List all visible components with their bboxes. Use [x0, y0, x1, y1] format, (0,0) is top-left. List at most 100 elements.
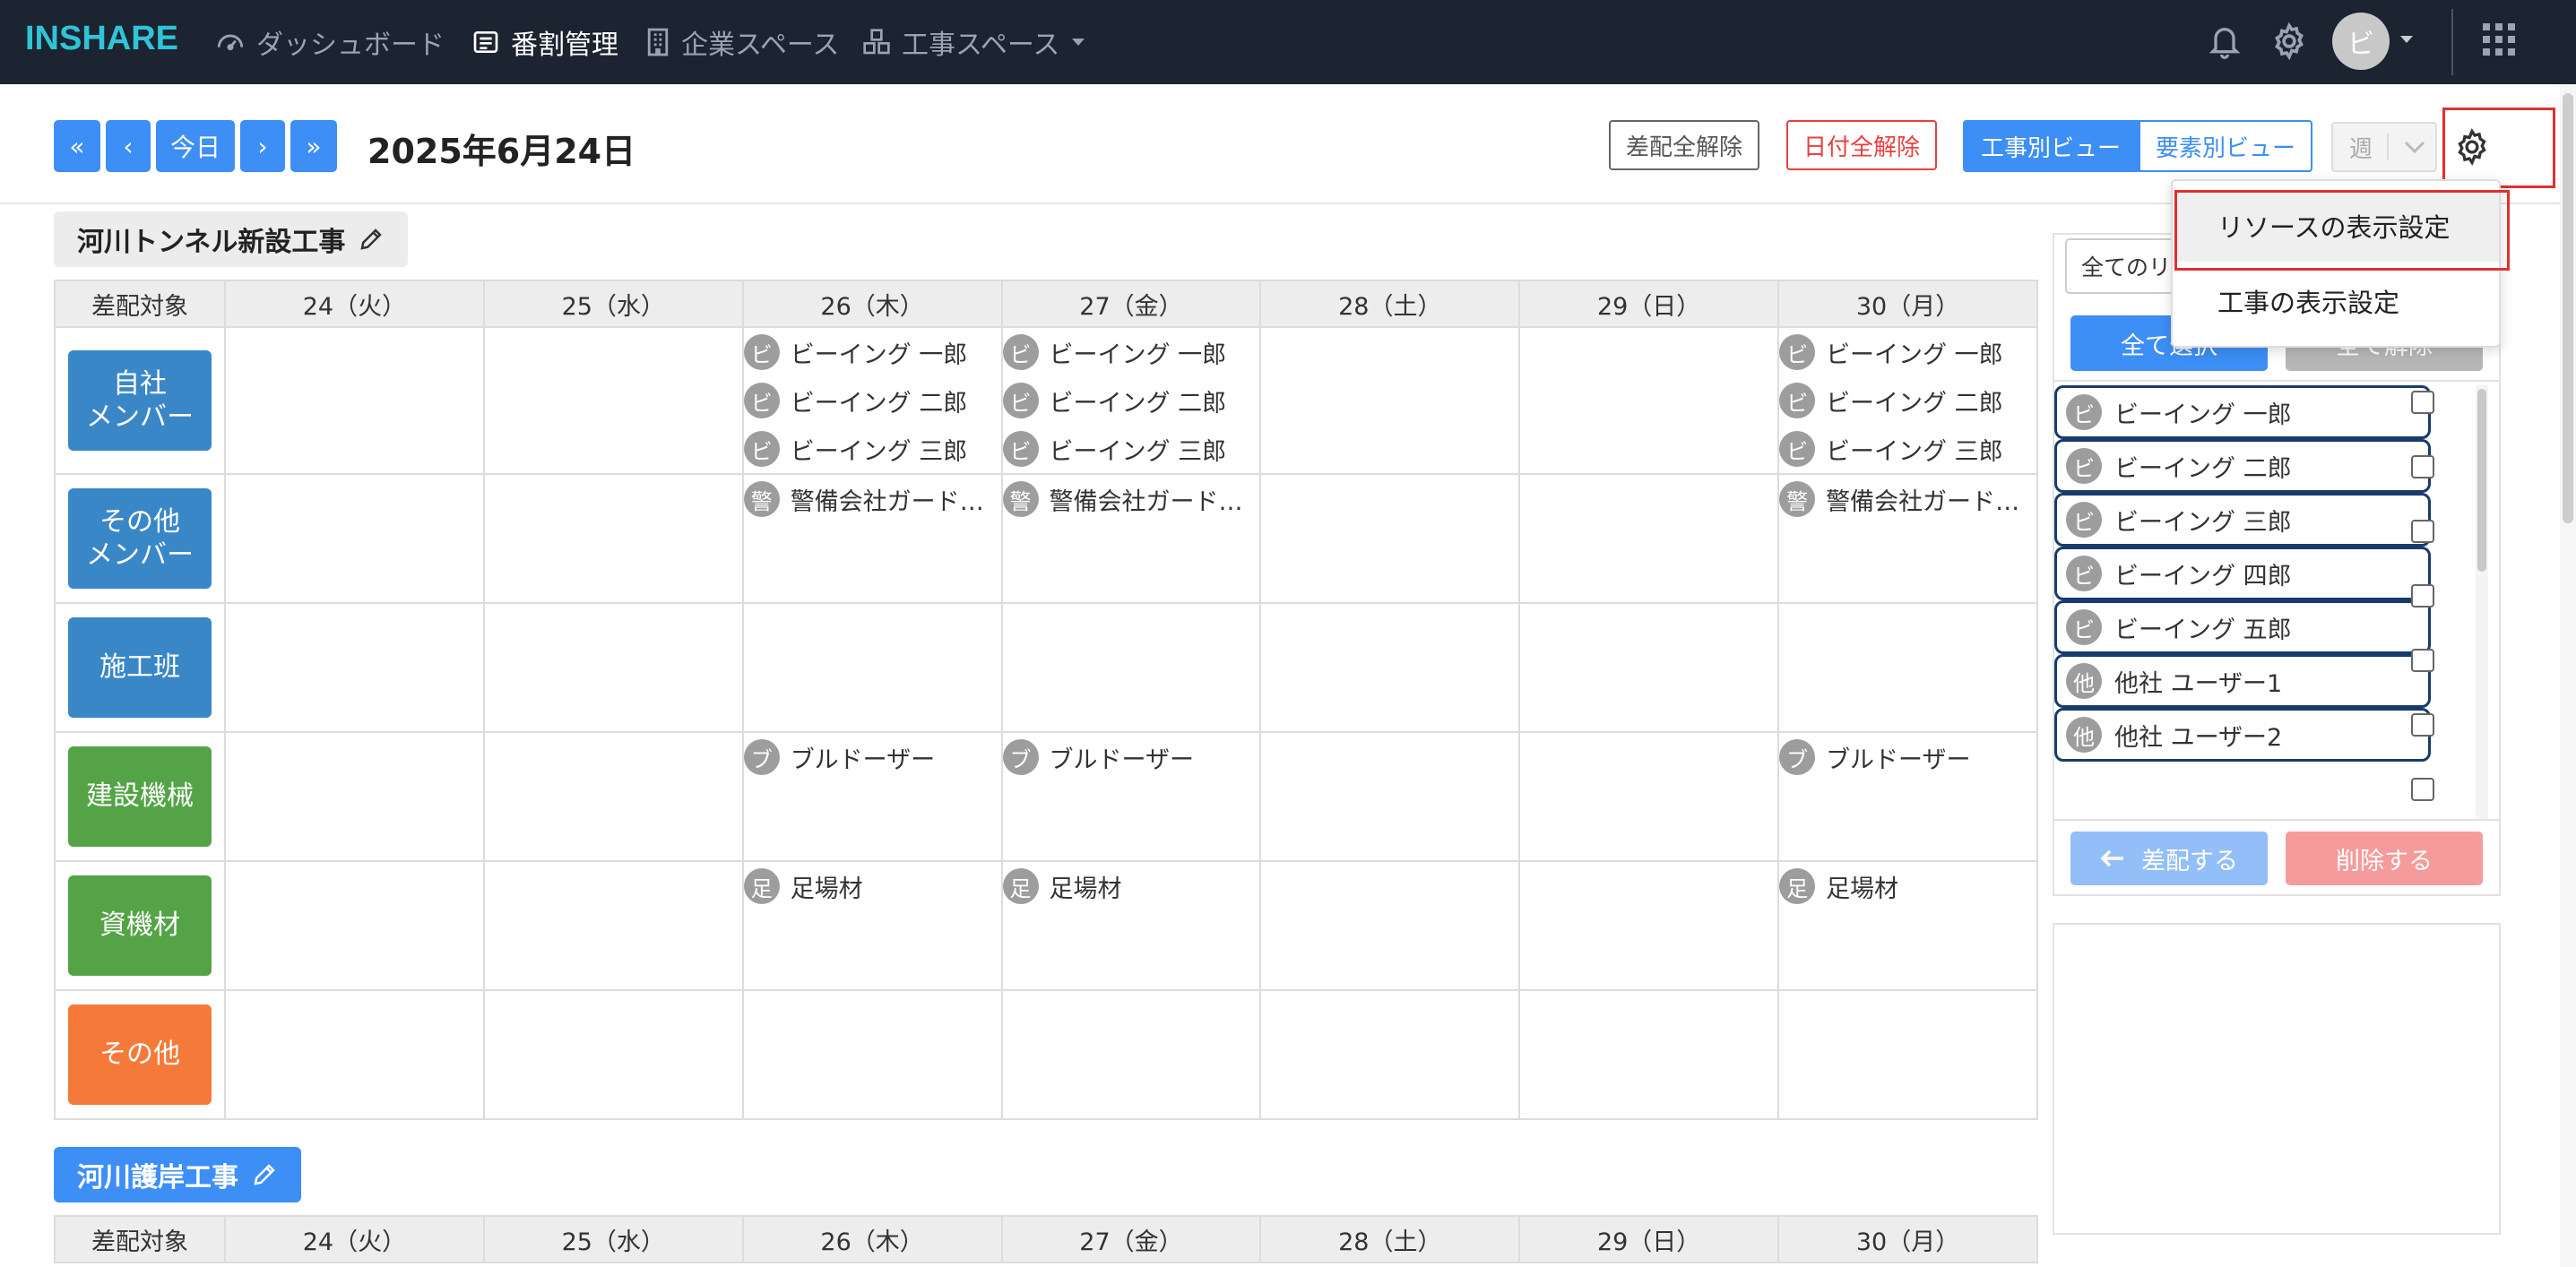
- row-category-button[interactable]: その他: [68, 1004, 212, 1105]
- day-cell[interactable]: [482, 473, 744, 604]
- user-avatar[interactable]: ビ: [2332, 13, 2390, 70]
- first-page-button[interactable]: «: [54, 120, 100, 172]
- day-cell[interactable]: 足足場材: [1777, 860, 2038, 991]
- assigned-resource-chip[interactable]: ビビーイング 一郎: [743, 328, 1001, 376]
- day-cell[interactable]: [1259, 860, 1521, 991]
- day-cell[interactable]: [1518, 326, 1780, 475]
- day-cell[interactable]: [1777, 989, 2038, 1120]
- assigned-resource-chip[interactable]: ビビーイング 一郎: [1002, 328, 1260, 376]
- day-cell[interactable]: [1259, 326, 1521, 475]
- day-cell[interactable]: [1518, 731, 1780, 862]
- resource-list-scroll-thumb[interactable]: [2477, 389, 2486, 572]
- resource-list-item[interactable]: 他他社 ユーザー1: [2054, 654, 2431, 708]
- resource-list-item[interactable]: ビビーイング 二郎: [2054, 439, 2431, 493]
- assigned-resource-chip[interactable]: ビビーイング 三郎: [1002, 425, 1260, 473]
- day-cell[interactable]: [1259, 473, 1521, 604]
- resource-checkbox[interactable]: [2411, 778, 2434, 801]
- day-cell[interactable]: 警警備会社ガードマン: [1000, 473, 1262, 604]
- clear-all-assign-button[interactable]: 差配全解除: [1609, 120, 1759, 170]
- assigned-resource-chip[interactable]: 警警備会社ガードマン: [1002, 475, 1259, 523]
- day-cell[interactable]: 警警備会社ガードマン: [1777, 473, 2038, 604]
- today-button[interactable]: 今日: [156, 120, 235, 172]
- resource-list-item[interactable]: ビビーイング 五郎: [2054, 600, 2431, 654]
- assigned-resource-chip[interactable]: ブブルドーザー: [1779, 733, 2036, 781]
- settings-gear-icon[interactable]: [2452, 127, 2492, 167]
- resource-list-item[interactable]: ビビーイング 四郎: [2054, 547, 2431, 600]
- day-cell[interactable]: [224, 731, 485, 862]
- assigned-resource-chip[interactable]: ビビーイング 三郎: [1779, 425, 2036, 473]
- day-cell[interactable]: ブブルドーザー: [741, 731, 1003, 862]
- day-cell[interactable]: [224, 989, 485, 1120]
- day-cell[interactable]: ブブルドーザー: [1777, 731, 2038, 862]
- assigned-resource-chip[interactable]: ビビーイング 二郎: [743, 376, 1001, 425]
- nav-company-space[interactable]: 企業スペース: [645, 0, 839, 84]
- day-cell[interactable]: [1518, 989, 1780, 1120]
- day-cell[interactable]: [1259, 731, 1521, 862]
- view-by-project-toggle[interactable]: 工事別ビュー: [1963, 120, 2139, 172]
- day-cell[interactable]: [1000, 989, 1262, 1120]
- assigned-resource-chip[interactable]: ビビーイング 三郎: [743, 425, 1001, 473]
- assigned-resource-chip[interactable]: ビビーイング 二郎: [1002, 376, 1260, 425]
- bell-icon[interactable]: [2207, 22, 2243, 61]
- day-cell[interactable]: [224, 473, 485, 604]
- page-scroll-thumb[interactable]: [2563, 93, 2573, 523]
- assign-button[interactable]: 差配する: [2070, 832, 2268, 885]
- pencil-icon[interactable]: [358, 226, 385, 253]
- period-select[interactable]: 週: [2331, 122, 2437, 172]
- row-category-button[interactable]: 建設機械: [68, 746, 212, 847]
- day-cell[interactable]: [224, 860, 485, 991]
- assigned-resource-chip[interactable]: 警警備会社ガードマン: [743, 475, 1001, 523]
- assigned-resource-chip[interactable]: 足足場材: [743, 862, 1001, 910]
- row-category-button[interactable]: 資機材: [68, 875, 212, 976]
- next-button[interactable]: ›: [240, 120, 285, 172]
- resource-checkbox[interactable]: [2411, 455, 2434, 478]
- nav-dashboard[interactable]: ダッシュボード: [215, 0, 445, 84]
- resource-checkbox[interactable]: [2411, 713, 2434, 737]
- assigned-resource-chip[interactable]: 足足場材: [1002, 862, 1260, 910]
- day-cell[interactable]: ビビーイング 一郎ビビーイング 二郎ビビーイング 三郎: [741, 326, 1003, 475]
- caret-down-icon[interactable]: [2399, 34, 2415, 45]
- resource-checkbox[interactable]: [2411, 649, 2434, 672]
- resource-checkbox[interactable]: [2411, 391, 2434, 414]
- pencil-icon[interactable]: [251, 1161, 278, 1188]
- resource-checkbox[interactable]: [2411, 520, 2434, 543]
- prev-button[interactable]: ‹: [106, 120, 151, 172]
- row-category-button[interactable]: その他 メンバー: [68, 488, 212, 589]
- assigned-resource-chip[interactable]: 警警備会社ガードマン: [1779, 475, 2036, 523]
- day-cell[interactable]: [482, 731, 744, 862]
- day-cell[interactable]: [1518, 860, 1780, 991]
- resource-list-item[interactable]: ビビーイング 三郎: [2054, 493, 2431, 547]
- resource-list-item[interactable]: ビビーイング 一郎: [2054, 385, 2431, 439]
- day-cell[interactable]: [1259, 602, 1521, 733]
- day-cell[interactable]: ビビーイング 一郎ビビーイング 二郎ビビーイング 三郎: [1000, 326, 1262, 475]
- day-cell[interactable]: 警警備会社ガードマン: [741, 473, 1003, 604]
- menu-item-project-display-settings[interactable]: 工事の表示設定: [2173, 265, 2499, 337]
- day-cell[interactable]: [1777, 602, 2038, 733]
- day-cell[interactable]: [741, 602, 1003, 733]
- day-cell[interactable]: [1518, 602, 1780, 733]
- assigned-resource-chip[interactable]: ブブルドーザー: [743, 733, 1001, 781]
- day-cell[interactable]: [1259, 989, 1521, 1120]
- gear-icon[interactable]: [2269, 22, 2309, 61]
- day-cell[interactable]: ビビーイング 一郎ビビーイング 二郎ビビーイング 三郎: [1777, 326, 2038, 475]
- assigned-resource-chip[interactable]: ブブルドーザー: [1002, 733, 1260, 781]
- day-cell[interactable]: [482, 326, 744, 475]
- day-cell[interactable]: 足足場材: [1000, 860, 1262, 991]
- app-logo[interactable]: INSHARE: [25, 20, 178, 58]
- row-category-button[interactable]: 施工班: [68, 617, 212, 718]
- day-cell[interactable]: [482, 989, 744, 1120]
- assigned-resource-chip[interactable]: ビビーイング 二郎: [1779, 376, 2036, 425]
- resource-list-item[interactable]: 他他社 ユーザー2: [2054, 708, 2431, 762]
- day-cell[interactable]: [224, 602, 485, 733]
- last-page-button[interactable]: »: [290, 120, 337, 172]
- row-category-button[interactable]: 自社 メンバー: [68, 350, 212, 451]
- day-cell[interactable]: [482, 860, 744, 991]
- assigned-resource-chip[interactable]: ビビーイング 一郎: [1779, 328, 2036, 376]
- day-cell[interactable]: [741, 989, 1003, 1120]
- day-cell[interactable]: 足足場材: [741, 860, 1003, 991]
- day-cell[interactable]: [1000, 602, 1262, 733]
- nav-project-space-dropdown[interactable]: 工事スペース: [862, 0, 1086, 84]
- resource-checkbox[interactable]: [2411, 584, 2434, 608]
- delete-button[interactable]: 削除する: [2286, 832, 2483, 885]
- assigned-resource-chip[interactable]: 足足場材: [1779, 862, 2036, 910]
